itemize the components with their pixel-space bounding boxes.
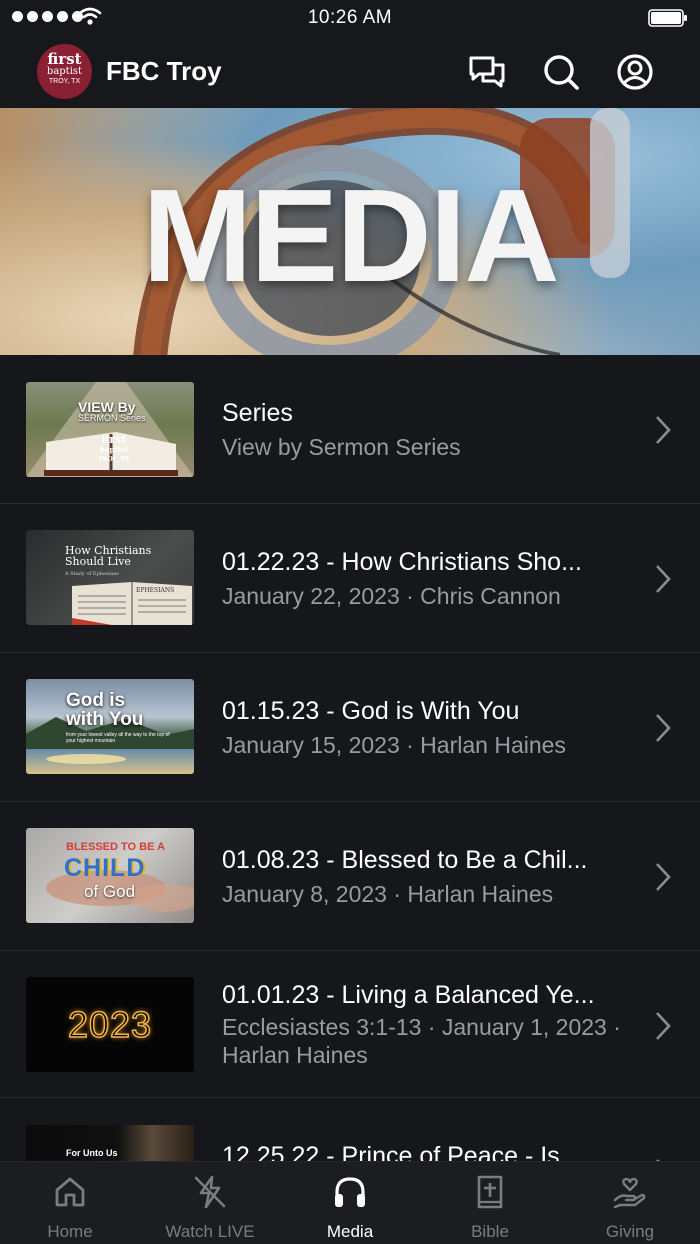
- live-icon: [194, 1175, 226, 1209]
- bible-icon: [477, 1175, 503, 1209]
- status-bar: 10:26 AM: [0, 0, 700, 36]
- chat-icon[interactable]: [467, 52, 507, 92]
- list-item-title: 01.08.23 - Blessed to Be a Chil...: [222, 846, 588, 874]
- search-icon[interactable]: [541, 52, 581, 92]
- list-item-series[interactable]: VIEW By SERMON Series first baptist TROY…: [0, 355, 700, 504]
- media-list: VIEW By SERMON Series first baptist TROY…: [0, 355, 700, 1161]
- list-item-title: Series: [222, 399, 293, 427]
- list-item-sermon[interactable]: How Christians Should Live A Study of Ep…: [0, 504, 700, 653]
- list-item-subtitle: Ecclesiastes 3:1-13 · January 1, 2023 · …: [222, 1014, 621, 1068]
- status-time: 10:26 AM: [307, 7, 393, 28]
- tab-bible[interactable]: Bible: [420, 1162, 560, 1244]
- media-hero-banner: MEDIA: [0, 108, 700, 355]
- church-logo[interactable]: first baptist TROY, TX: [37, 44, 92, 99]
- list-item-title: 01.22.23 - How Christians Sho...: [222, 548, 582, 576]
- list-item-title: 12.25.22 - Prince of Peace - Is...: [222, 1142, 581, 1161]
- sermon-thumbnail: For Unto Us: [26, 1125, 194, 1161]
- list-item-subtitle: January 15, 2023 · Harlan Haines: [222, 732, 566, 758]
- bottom-tab-bar: Home Watch LIVE Media Bible Giving: [0, 1161, 700, 1244]
- list-item-title: 01.15.23 - God is With You: [222, 697, 520, 725]
- tab-media[interactable]: Media: [280, 1162, 420, 1244]
- home-icon: [55, 1177, 85, 1207]
- hero-title: MEDIA: [142, 162, 559, 309]
- chevron-right-icon: [656, 1012, 671, 1040]
- sermon-thumbnail: How Christians Should Live A Study of Ep…: [26, 530, 194, 625]
- headphones-icon: [335, 1177, 365, 1207]
- tab-giving[interactable]: Giving: [560, 1162, 700, 1244]
- list-item-title: 01.01.23 - Living a Balanced Ye...: [222, 981, 595, 1009]
- chevron-right-icon: [656, 714, 671, 742]
- sermon-thumbnail: God is with You from your lowest valley …: [26, 679, 194, 774]
- list-item-sermon[interactable]: 2023 01.01.23 - Living a Balanced Ye... …: [0, 951, 700, 1098]
- sermon-thumbnail: 2023: [26, 977, 194, 1072]
- chevron-right-icon: [656, 416, 671, 444]
- profile-icon[interactable]: [615, 52, 655, 92]
- list-item-subtitle: January 8, 2023 · Harlan Haines: [222, 881, 554, 907]
- tab-home[interactable]: Home: [0, 1162, 140, 1244]
- list-item-sermon[interactable]: BLESSED TO BE A CHILD of God 01.08.23 - …: [0, 802, 700, 951]
- battery-icon: [648, 9, 687, 27]
- tab-watch-live[interactable]: Watch LIVE: [140, 1162, 280, 1244]
- list-item-sermon[interactable]: For Unto Us 12.25.22 - Prince of Peace -…: [0, 1098, 700, 1161]
- list-item-subtitle: January 22, 2023 · Chris Cannon: [222, 583, 561, 609]
- list-item-sermon[interactable]: God is with You from your lowest valley …: [0, 653, 700, 802]
- list-item-subtitle: View by Sermon Series: [222, 434, 461, 460]
- chevron-right-icon: [656, 863, 671, 891]
- app-header: first baptist TROY, TX FBC Troy: [0, 36, 700, 108]
- sermon-thumbnail: BLESSED TO BE A CHILD of God: [26, 828, 194, 923]
- chevron-right-icon: [656, 565, 671, 593]
- series-thumbnail: VIEW By SERMON Series first baptist TROY…: [26, 382, 194, 477]
- app-title: FBC Troy: [106, 56, 222, 86]
- giving-icon: [613, 1177, 646, 1209]
